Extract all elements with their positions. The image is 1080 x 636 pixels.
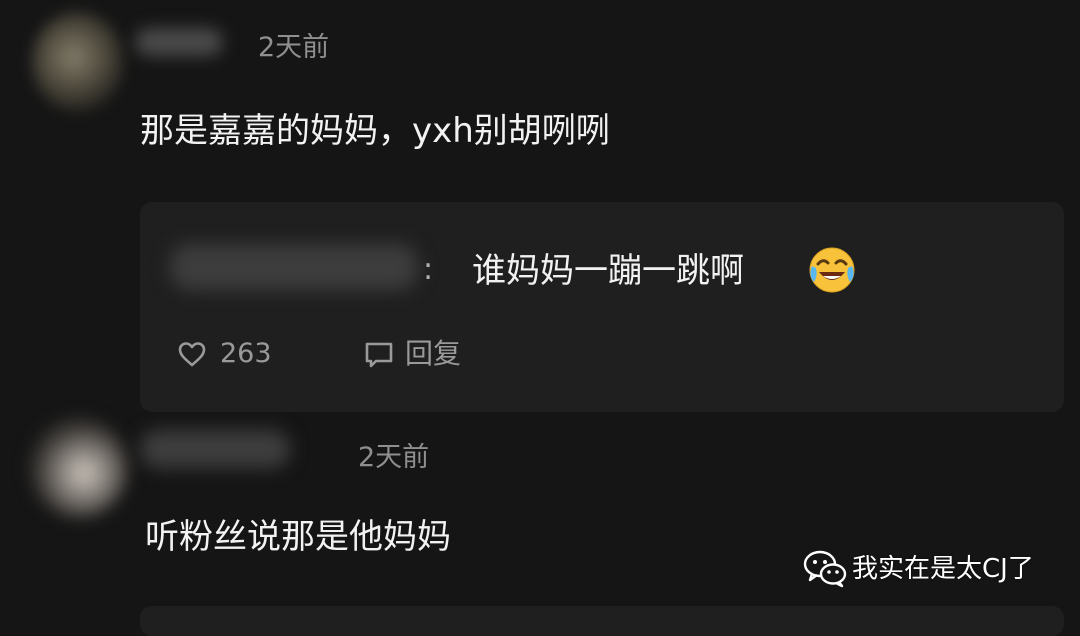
username-blurred[interactable] bbox=[135, 28, 223, 56]
avatar[interactable] bbox=[30, 418, 128, 518]
avatar[interactable] bbox=[32, 12, 124, 112]
comment-bubble-icon[interactable] bbox=[362, 337, 396, 371]
reply-preview-box[interactable] bbox=[140, 202, 1064, 412]
crying-laughing-emoji-icon bbox=[809, 247, 855, 293]
reply-separator: : bbox=[423, 252, 434, 287]
reply-text: 谁妈妈一蹦一跳啊 bbox=[472, 251, 744, 291]
username-blurred[interactable] bbox=[140, 430, 290, 468]
reply-preview-box[interactable] bbox=[140, 606, 1064, 636]
comment-text: 听粉丝说那是他妈妈 bbox=[145, 517, 451, 557]
watermark-text: 我实在是太CJ了 bbox=[852, 554, 1034, 584]
heart-icon[interactable] bbox=[176, 338, 208, 370]
comment-text: 那是嘉嘉的妈妈，yxh别胡咧咧 bbox=[140, 111, 610, 151]
like-count: 263 bbox=[220, 338, 272, 369]
wechat-icon bbox=[803, 550, 847, 588]
comment-timestamp: 2天前 bbox=[358, 442, 430, 473]
reply-username-blurred[interactable] bbox=[170, 244, 418, 290]
comment-timestamp: 2天前 bbox=[258, 32, 330, 63]
reply-button[interactable]: 回复 bbox=[405, 336, 461, 372]
